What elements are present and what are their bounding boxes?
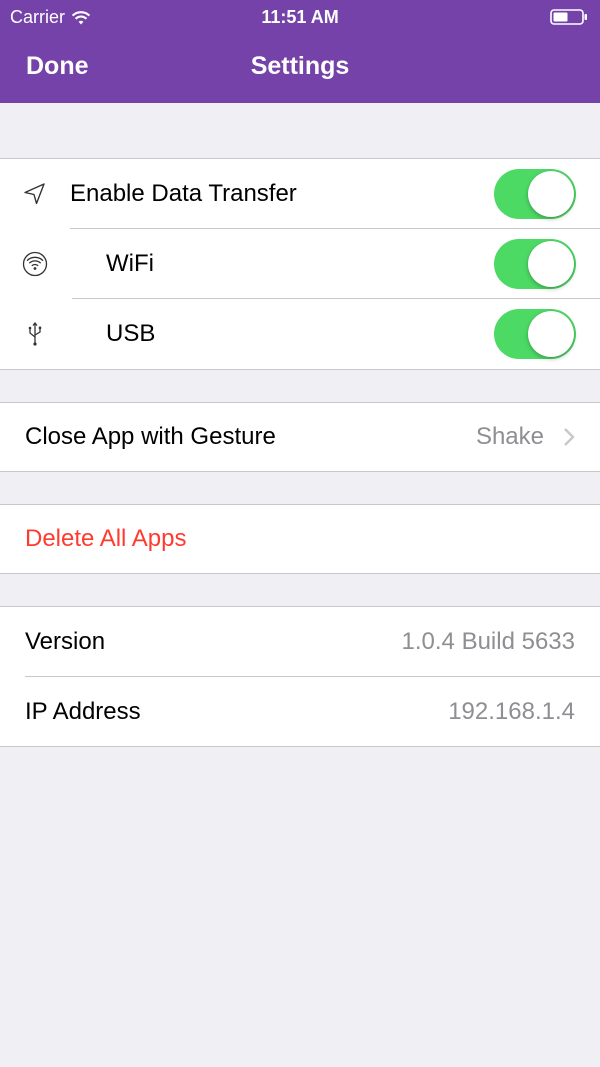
status-bar: Carrier 11:51 AM	[0, 0, 600, 36]
delete-all-apps-button[interactable]: Delete All Apps	[25, 525, 186, 553]
usb-label: USB	[106, 320, 156, 347]
transfer-group: Enable Data Transfer WiFi USB	[0, 158, 600, 370]
page-title: Settings	[250, 52, 350, 80]
delete-all-apps-row[interactable]: Delete All Apps	[0, 505, 600, 573]
version-row: Version 1.0.4 Build 5633	[0, 607, 600, 677]
usb-icon	[28, 321, 42, 346]
wifi-row: WiFi	[0, 229, 600, 299]
enable-data-transfer-label: Enable Data Transfer	[70, 180, 297, 207]
toggle-knob	[528, 311, 574, 357]
ip-address-value: 192.168.1.4	[448, 698, 575, 725]
enable-data-transfer-row: Enable Data Transfer	[0, 159, 600, 229]
toggle-knob	[528, 241, 574, 287]
close-app-gesture-row[interactable]: Close App with Gesture Shake	[0, 403, 600, 471]
version-label: Version	[25, 628, 106, 655]
wifi-toggle[interactable]	[494, 239, 576, 289]
top-bar: Carrier 11:51 AM Done Settings	[0, 0, 600, 103]
usb-toggle[interactable]	[494, 309, 576, 359]
usb-row: USB	[0, 299, 600, 369]
wifi-icon	[22, 251, 48, 277]
chevron-right-icon	[564, 428, 575, 446]
ip-address-row: IP Address 192.168.1.4	[0, 677, 600, 747]
gesture-group: Close App with Gesture Shake	[0, 402, 600, 472]
enable-data-transfer-toggle[interactable]	[494, 169, 576, 219]
status-time: 11:51 AM	[261, 7, 339, 27]
gesture-value: Shake	[475, 423, 544, 450]
location-arrow-icon	[24, 183, 45, 205]
version-value: 1.0.4 Build 5633	[401, 628, 575, 655]
toggle-knob	[528, 171, 574, 217]
delete-group: Delete All Apps	[0, 504, 600, 574]
info-group: Version 1.0.4 Build 5633 IP Address 192.…	[0, 606, 600, 747]
wifi-label: WiFi	[106, 250, 154, 277]
navigation-bar: Done Settings	[0, 36, 600, 103]
close-app-gesture-label: Close App with Gesture	[25, 423, 276, 450]
ip-address-label: IP Address	[25, 698, 141, 725]
battery-icon	[550, 9, 587, 25]
